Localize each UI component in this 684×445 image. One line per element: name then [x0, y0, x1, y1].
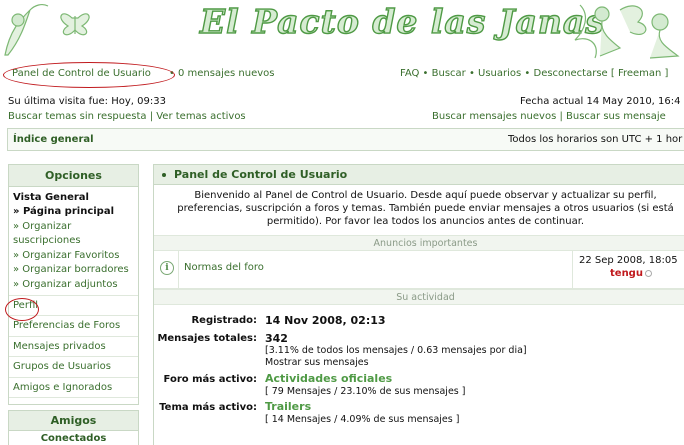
- new-messages-link[interactable]: 0 mensajes nuevos: [178, 68, 275, 79]
- announcement-title-link[interactable]: Normas del foro: [184, 262, 264, 273]
- divider: [178, 251, 179, 289]
- announcement-author-link[interactable]: tengu: [610, 268, 643, 279]
- registered-label: Registrado:: [191, 315, 257, 326]
- most-active-forum-detail: [ 79 Mensajes / 23.10% de sus mensajes ]: [265, 386, 466, 397]
- options-sidebar: Opciones Vista General » Página principa…: [8, 164, 139, 405]
- friends-header: Amigos: [9, 411, 138, 431]
- search-links-left[interactable]: Buscar temas sin respuesta | Ver temas a…: [8, 111, 246, 122]
- announcement-date: 22 Sep 2008, 18:05: [579, 255, 678, 266]
- user-nav-links[interactable]: FAQ • Buscar • Usuarios • Desconectarse …: [400, 68, 668, 79]
- most-active-forum-link[interactable]: Actividades oficiales: [265, 372, 392, 385]
- sidebar-item-user-groups[interactable]: Grupos de Usuarios: [9, 357, 138, 378]
- highlight-circle-profile: [5, 298, 39, 321]
- show-your-posts-link[interactable]: Mostrar sus mensajes: [265, 357, 369, 368]
- total-posts-detail: [3.11% de todos los mensajes / 0.63 mens…: [265, 345, 527, 356]
- total-posts-label: Mensajes totales:: [157, 333, 257, 344]
- sidebar-group-overview: Vista General » Página principal » Organ…: [9, 187, 138, 296]
- search-links-right[interactable]: Buscar mensajes nuevos | Buscar sus mens…: [432, 111, 666, 122]
- divider: [572, 251, 573, 289]
- welcome-text: Bienvenido al Panel de Control de Usuari…: [177, 190, 674, 227]
- most-active-topic-label: Tema más activo:: [159, 402, 257, 413]
- last-visit-text: Su última visita fue: Hoy, 09:33: [8, 96, 166, 107]
- total-posts-value: 342: [265, 332, 288, 345]
- fairy-icon: [574, 4, 680, 59]
- sidebar-item-subscriptions[interactable]: » Organizar suscripciones: [13, 220, 134, 249]
- registered-value: 14 Nov 2008, 02:13: [265, 314, 386, 327]
- current-time-text: Fecha actual 14 May 2010, 16:4: [520, 96, 681, 107]
- most-active-topic-detail: [ 14 Mensajes / 4.09% de sus mensajes ]: [265, 414, 460, 425]
- ucp-main-panel: Panel de Control de Usuario Bienvenido a…: [153, 164, 684, 445]
- announcement-row: i Normas del foro 22 Sep 2008, 18:05 ten…: [154, 251, 684, 289]
- activity-stats: Registrado: 14 Nov 2008, 02:13 Mensajes …: [154, 305, 684, 425]
- info-icon: i: [160, 261, 174, 275]
- bullet-icon: [162, 173, 166, 177]
- sidebar-group-title[interactable]: Vista General: [13, 191, 134, 205]
- timezone-text: Todos los horarios son UTC + 1 hor: [508, 134, 683, 145]
- main-panel-title: Panel de Control de Usuario: [174, 168, 348, 181]
- breadcrumb-index-link[interactable]: Índice general: [13, 134, 94, 145]
- most-active-forum-label: Foro más activo:: [163, 374, 257, 385]
- sidebar-item-attachments[interactable]: » Organizar adjuntos: [13, 278, 134, 293]
- sidebar-item-drafts[interactable]: » Organizar borradores: [13, 263, 134, 278]
- sidebar-item-main-page[interactable]: » Página principal: [13, 205, 134, 220]
- sidebar-item-bookmarks[interactable]: » Organizar Favoritos: [13, 249, 134, 264]
- butterfly-icon: [4, 4, 90, 56]
- view-latest-post-icon[interactable]: [645, 270, 652, 277]
- announcements-header: Anuncios importantes: [154, 235, 684, 251]
- site-title: El Pacto de las Janas: [199, 1, 605, 41]
- sidebar-item-private-messages[interactable]: Mensajes privados: [9, 337, 138, 358]
- highlight-circle-ucp: [3, 62, 175, 88]
- most-active-topic-link[interactable]: Trailers: [265, 400, 311, 413]
- main-panel-header: Panel de Control de Usuario: [154, 165, 684, 185]
- breadcrumb-bar: Índice general Todos los horarios son UT…: [7, 128, 684, 151]
- friends-online-label: Conectados: [40, 433, 107, 444]
- activity-header: Su actividad: [154, 289, 684, 305]
- sidebar-item-friends-foes[interactable]: Amigos e Ignorados: [9, 378, 138, 399]
- sidebar-header: Opciones: [9, 165, 138, 187]
- header-banner: El Pacto de las Janas: [0, 0, 684, 60]
- friends-box: Amigos Conectados: [8, 410, 139, 445]
